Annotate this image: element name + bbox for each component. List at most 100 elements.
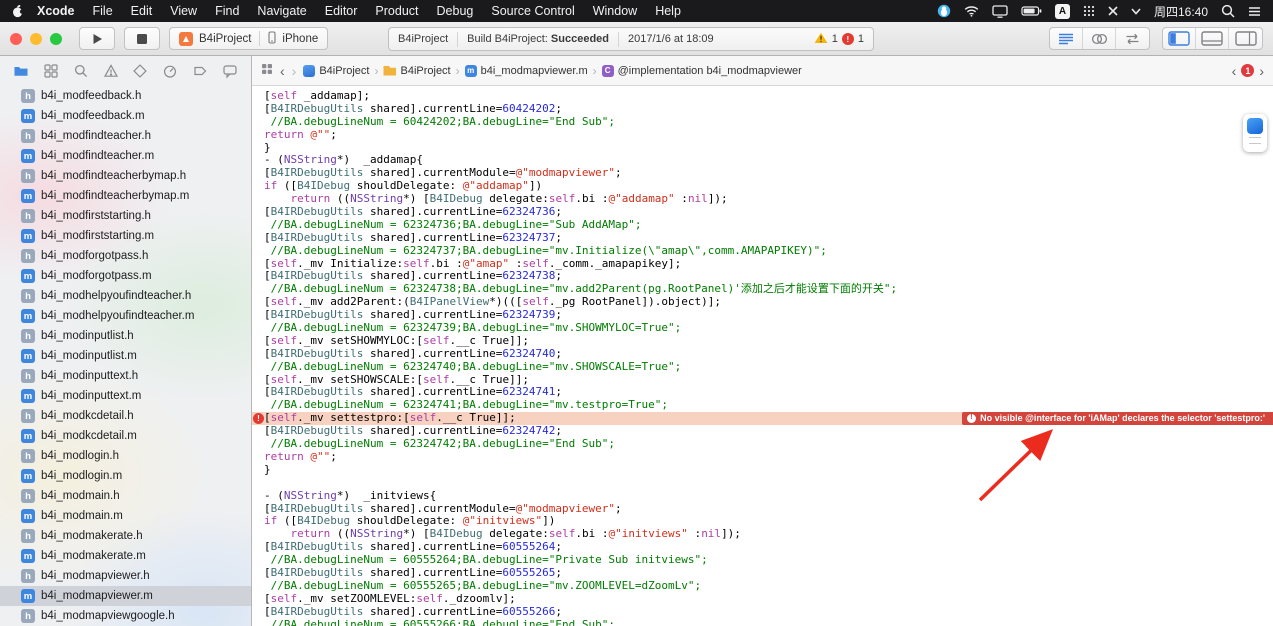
menu-item-product[interactable]: Product — [366, 4, 427, 18]
file-row[interactable]: h b4i_modmain.h — [0, 486, 251, 506]
file-row[interactable]: m b4i_modfirststarting.m — [0, 226, 251, 246]
breadcrumb-item[interactable]: B4iProject — [303, 64, 369, 77]
notification-center-icon[interactable] — [1248, 6, 1261, 17]
input-method-icon[interactable]: A — [1054, 3, 1070, 19]
menu-item-window[interactable]: Window — [584, 4, 646, 18]
debug-area-toggle-button[interactable] — [1196, 28, 1229, 49]
crumb-separator: › — [592, 63, 597, 78]
file-row[interactable]: h b4i_modfirststarting.h — [0, 206, 251, 226]
find-navigator-icon[interactable] — [73, 63, 89, 79]
back-button[interactable]: ‹ — [280, 64, 285, 78]
code-line[interactable]: //BA.debugLineNum = 60424202;BA.debugLin… — [252, 115, 1273, 129]
file-row[interactable]: h b4i_modfindteacher.h — [0, 126, 251, 146]
error-icon[interactable]: ! — [841, 33, 854, 45]
test-navigator-icon[interactable] — [132, 63, 148, 79]
file-row[interactable]: h b4i_modmapviewgoogle.h — [0, 606, 251, 626]
scheme-device-label[interactable]: iPhone — [282, 33, 318, 45]
report-navigator-icon[interactable] — [222, 63, 238, 79]
menu-item-source-control[interactable]: Source Control — [482, 4, 583, 18]
apple-menu-icon[interactable] — [12, 4, 24, 18]
menu-item-view[interactable]: View — [161, 4, 206, 18]
next-issue-button[interactable]: › — [1259, 64, 1264, 78]
breadcrumb-item[interactable]: m b4i_modmapviewer.m — [464, 64, 588, 77]
warning-icon[interactable] — [814, 32, 828, 47]
file-row[interactable]: m b4i_modmakerate.m — [0, 546, 251, 566]
menu-item-navigate[interactable]: Navigate — [248, 4, 315, 18]
menu-item-editor[interactable]: Editor — [316, 4, 367, 18]
file-row[interactable]: h b4i_modinputtext.h — [0, 366, 251, 386]
minimize-window-button[interactable] — [30, 32, 42, 45]
file-row[interactable]: m b4i_modforgotpass.m — [0, 266, 251, 286]
file-row[interactable]: h b4i_modforgotpass.h — [0, 246, 251, 266]
symbol-navigator-icon[interactable] — [43, 63, 59, 79]
menu-item-debug[interactable]: Debug — [428, 4, 483, 18]
file-row[interactable]: m b4i_modfindteacher.m — [0, 146, 251, 166]
standard-editor-button[interactable] — [1050, 28, 1083, 49]
file-row[interactable]: m b4i_modmain.m — [0, 506, 251, 526]
close-window-button[interactable] — [10, 32, 22, 45]
file-name: b4i_modforgotpass.h — [41, 250, 149, 262]
issue-navigator-icon[interactable] — [103, 63, 119, 79]
navigator-toggle-button[interactable] — [1163, 28, 1196, 49]
file-row[interactable]: m b4i_modkcdetail.m — [0, 426, 251, 446]
menu-item-file[interactable]: File — [84, 4, 122, 18]
error-count[interactable]: 1 — [858, 33, 864, 45]
debug-navigator-icon[interactable] — [162, 63, 178, 79]
file-row[interactable]: h b4i_modfindteacherbymap.h — [0, 166, 251, 186]
code-area[interactable]: [self _addamap]; [B4IRDebugUtils shared].… — [252, 86, 1273, 626]
display-icon[interactable] — [992, 4, 1008, 18]
warning-count[interactable]: 1 — [832, 33, 838, 45]
file-row[interactable]: m b4i_modfindteacherbymap.m — [0, 186, 251, 206]
code-line[interactable]: return @""; — [252, 450, 1273, 464]
code-line[interactable]: //BA.debugLineNum = 60555266;BA.debugLin… — [252, 618, 1273, 626]
menu-item-help[interactable]: Help — [646, 4, 690, 18]
file-row[interactable]: m b4i_modfeedback.m — [0, 106, 251, 126]
scheme-selector[interactable]: B4iProject iPhone — [169, 27, 329, 50]
version-editor-button[interactable] — [1116, 28, 1149, 49]
file-row[interactable]: h b4i_modlogin.h — [0, 446, 251, 466]
breadcrumb-item[interactable]: C @implementation b4i_modmapviewer — [601, 64, 802, 77]
code-line[interactable]: return @""; — [252, 128, 1273, 142]
battery-icon[interactable] — [1021, 5, 1042, 17]
spotlight-search-icon[interactable] — [1221, 4, 1235, 18]
floating-capture-tool[interactable] — [1243, 114, 1267, 152]
file-row[interactable]: h b4i_modmapviewer.h — [0, 566, 251, 586]
h-file-icon: h — [21, 169, 35, 183]
run-button[interactable] — [79, 27, 115, 50]
assistant-editor-button[interactable] — [1083, 28, 1116, 49]
error-banner[interactable]: ! No visible @interface for 'iAMap' decla… — [962, 412, 1273, 426]
file-row[interactable]: h b4i_modkcdetail.h — [0, 406, 251, 426]
scheme-project-label[interactable]: B4iProject — [199, 33, 251, 45]
breadcrumb-item[interactable]: B4iProject — [383, 65, 451, 77]
file-row-selected[interactable]: m b4i_modmapviewer.m — [0, 586, 251, 606]
stop-button[interactable] — [124, 27, 160, 50]
zoom-window-button[interactable] — [50, 32, 62, 45]
x-icon[interactable] — [1108, 6, 1118, 16]
code-line[interactable]: } — [252, 463, 1273, 477]
menu-item-edit[interactable]: Edit — [122, 4, 162, 18]
qq-status-icon[interactable] — [937, 4, 951, 18]
file-row[interactable]: h b4i_modfeedback.h — [0, 86, 251, 106]
file-row[interactable]: m b4i_modlogin.m — [0, 466, 251, 486]
issue-count-badge[interactable]: 1 — [1241, 64, 1255, 77]
file-row[interactable]: m b4i_modhelpyoufindteacher.m — [0, 306, 251, 326]
file-row[interactable]: h b4i_modmakerate.h — [0, 526, 251, 546]
menu-item-find[interactable]: Find — [206, 4, 248, 18]
file-row[interactable]: h b4i_modinputlist.h — [0, 326, 251, 346]
file-row[interactable]: m b4i_modinputlist.m — [0, 346, 251, 366]
file-row[interactable]: h b4i_modhelpyoufindteacher.h — [0, 286, 251, 306]
breakpoint-navigator-icon[interactable] — [192, 63, 208, 79]
forward-button[interactable]: › — [292, 64, 297, 78]
file-row[interactable]: m b4i_modinputtext.m — [0, 386, 251, 406]
menu-clock[interactable]: 周四16:40 — [1154, 3, 1208, 20]
menu-item-xcode[interactable]: Xcode — [28, 4, 84, 18]
project-navigator-icon[interactable] — [13, 63, 29, 79]
wifi-icon[interactable] — [964, 5, 979, 17]
related-items-icon[interactable] — [261, 63, 273, 78]
code-line[interactable]: //BA.debugLineNum = 62324742;BA.debugLin… — [252, 437, 1273, 451]
error-gutter-icon[interactable]: ! — [253, 413, 264, 425]
previous-issue-button[interactable]: ‹ — [1232, 64, 1237, 78]
inspector-toggle-button[interactable] — [1229, 28, 1262, 49]
dots-grid-icon[interactable] — [1083, 5, 1095, 17]
chevron-down-icon[interactable] — [1131, 7, 1141, 15]
